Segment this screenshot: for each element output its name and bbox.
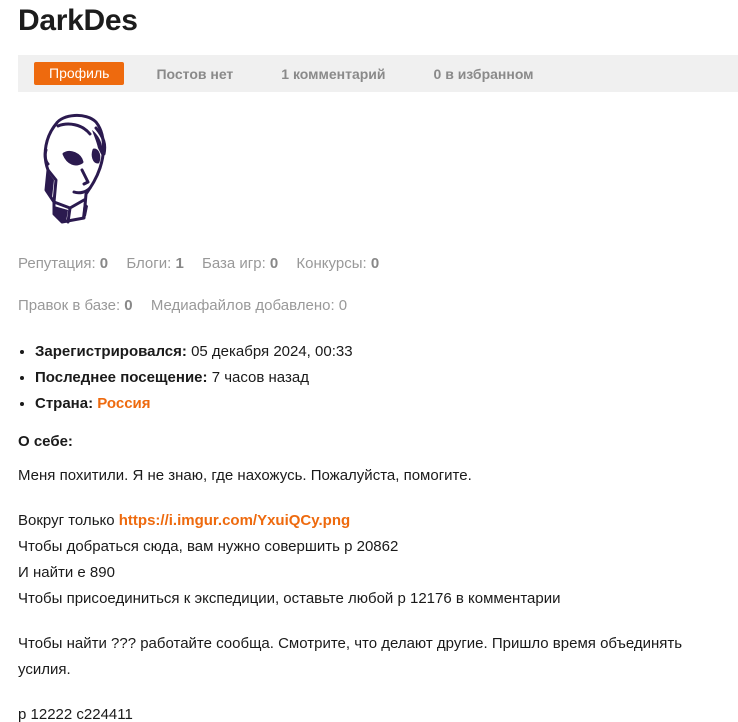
stats-row-2: Правок в базе: 0 Медиафайлов добавлено: …	[18, 297, 361, 314]
imgur-link[interactable]: https://i.imgur.com/YxuiQCy.png	[119, 512, 350, 529]
stat-blogs-label: Блоги:	[126, 255, 172, 272]
about-paragraph-3: Чтобы найти ??? работайте сообща. Смотри…	[18, 635, 683, 678]
stat-gamebase: База игр: 0	[202, 255, 278, 272]
about-line-link: Вокруг только https://i.imgur.com/YxuiQC…	[18, 508, 736, 534]
stat-reputation-value: 0	[99, 255, 109, 272]
about-paragraph-2: Вокруг только https://i.imgur.com/YxuiQC…	[18, 508, 736, 612]
info-last-visit-label: Последнее посещение:	[35, 369, 208, 386]
info-country: Страна: Россия	[35, 391, 353, 417]
about-paragraph-1: Меня похитили. Я не знаю, где нахожусь. …	[18, 467, 472, 484]
country-link[interactable]: Россия	[97, 395, 150, 412]
stat-contests-value: 0	[370, 255, 380, 272]
about-link-prefix: Вокруг только	[18, 512, 119, 529]
tab-comments[interactable]: 1 комментарий	[281, 66, 385, 82]
stat-blogs-value: 1	[175, 255, 184, 272]
avatar	[34, 110, 114, 230]
stat-contests-label: Конкурсы:	[296, 255, 367, 272]
profile-page: DarkDes Профиль Постов нет 1 комментарий…	[0, 0, 738, 722]
page-title: DarkDes	[18, 4, 138, 37]
profile-tabs: Профиль Постов нет 1 комментарий 0 в изб…	[18, 55, 738, 92]
stats-row-1: Репутация: 0 Блоги: 1 База игр: 0 Конкур…	[18, 255, 393, 272]
stat-contests: Конкурсы: 0	[296, 255, 379, 272]
about-title: О себе:	[18, 433, 73, 450]
info-registered: Зарегистрировался: 05 декабря 2024, 00:3…	[35, 339, 353, 365]
stat-edits-label: Правок в базе:	[18, 297, 121, 314]
tab-posts[interactable]: Постов нет	[156, 66, 233, 82]
info-country-label: Страна:	[35, 395, 94, 412]
tab-favorites[interactable]: 0 в избранном	[434, 66, 534, 82]
about-paragraph-4: p 12222 c224411	[18, 706, 133, 722]
stat-blogs[interactable]: Блоги: 1	[126, 255, 183, 272]
stat-reputation-label: Репутация:	[18, 255, 96, 272]
stat-gamebase-label: База игр:	[201, 255, 266, 272]
info-last-visit: Последнее посещение: 7 часов назад	[35, 365, 353, 391]
stat-edits-value: 0	[124, 297, 133, 314]
about-line-2: Чтобы добраться сюда, вам нужно совершит…	[18, 538, 399, 555]
profile-info-list: Зарегистрировался: 05 декабря 2024, 00:3…	[18, 339, 353, 417]
about-line-4: Чтобы присоединиться к экспедиции, остав…	[18, 590, 561, 607]
stat-gamebase-value: 0	[269, 255, 279, 272]
info-last-visit-value: 7 часов назад	[211, 369, 309, 386]
stat-media-label: Медиафайлов добавлено:	[150, 297, 335, 314]
about-line-3: И найти e 890	[18, 564, 115, 581]
info-registered-label: Зарегистрировался:	[35, 343, 187, 360]
alien-head-avatar-icon	[43, 114, 107, 224]
info-registered-value: 05 декабря 2024, 00:33	[191, 343, 353, 360]
stat-edits: Правок в базе: 0	[18, 297, 133, 314]
stat-media: Медиафайлов добавлено: 0	[151, 297, 347, 314]
stat-media-value: 0	[338, 297, 348, 314]
stat-reputation: Репутация: 0	[18, 255, 108, 272]
tab-profile[interactable]: Профиль	[34, 62, 125, 85]
